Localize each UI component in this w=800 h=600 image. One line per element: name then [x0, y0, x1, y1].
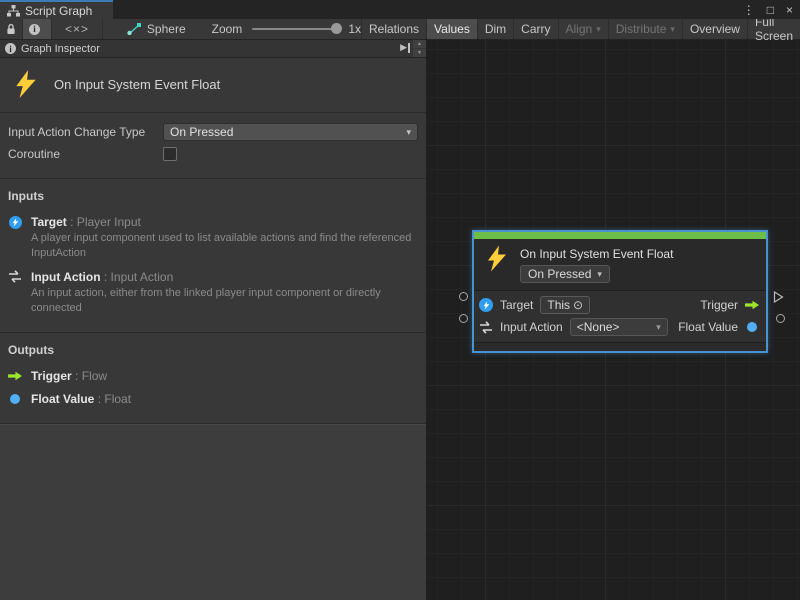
node-event-dropdown[interactable]: On Pressed ▾: [520, 265, 610, 283]
chevron-down-icon: ▾: [597, 269, 602, 280]
graph-inspector-title: Graph Inspector: [21, 43, 100, 55]
output-port-trigger-socket[interactable]: [773, 291, 784, 303]
target-object-picker[interactable]: This ⊙: [540, 296, 590, 314]
graph-toolbar: i <×> Sphere Zoom 1x Relations Values Di…: [0, 19, 800, 40]
tab-bar: Script Graph ⋮ □ ×: [0, 0, 800, 19]
port-label-float-value: Float Value: [678, 320, 738, 334]
menu-icon[interactable]: ⋮: [743, 4, 755, 16]
graph-owner-breadcrumb[interactable]: Sphere: [127, 19, 186, 39]
object-picker-icon: ⊙: [573, 298, 583, 312]
panel-scroll-spinner: ▲ ▼: [413, 40, 426, 57]
overview-button[interactable]: Overview: [682, 19, 747, 39]
info-icon: i: [29, 24, 40, 35]
output-port-floatvalue-socket[interactable]: [776, 314, 785, 323]
float-value-icon: [747, 322, 757, 332]
input-port-target-socket[interactable]: [459, 292, 468, 301]
input-action-dropdown[interactable]: <None> ▾: [570, 318, 668, 336]
scroll-down-button[interactable]: ▼: [413, 49, 426, 57]
script-graph-icon: [7, 5, 20, 17]
event-color-bar: [474, 232, 766, 239]
chevron-down-icon: ▾: [596, 24, 601, 35]
input-port-inputaction-socket[interactable]: [459, 314, 468, 323]
inspector-empty-area: [0, 424, 426, 600]
inputs-section: Inputs Target : Player Input A player in…: [0, 179, 426, 333]
window-controls: ⋮ □ ×: [743, 0, 793, 19]
dim-button[interactable]: Dim: [477, 19, 513, 39]
zoom-slider[interactable]: [252, 28, 340, 30]
tab-script-graph[interactable]: Script Graph: [0, 0, 113, 19]
node-footer: [474, 342, 766, 351]
graph-owner-label: Sphere: [147, 22, 186, 36]
port-label-target: Target: [500, 298, 533, 312]
scroll-up-button[interactable]: ▲: [413, 40, 426, 48]
zoom-label: Zoom: [212, 22, 243, 36]
coroutine-checkbox[interactable]: [163, 147, 177, 161]
lock-icon: [6, 23, 16, 35]
zoom-slider-handle[interactable]: [331, 23, 342, 34]
node-title: On Input System Event Float: [520, 247, 673, 261]
node-inspector-title-block: On Input System Event Float: [0, 58, 426, 113]
info-icon: i: [5, 43, 16, 54]
change-type-label: Input Action Change Type: [8, 125, 163, 139]
node-header[interactable]: On Input System Event Float On Pressed ▾: [474, 239, 766, 290]
outputs-header: Outputs: [8, 343, 418, 357]
relations-button[interactable]: Relations: [361, 19, 426, 39]
zoom-control: Zoom 1x: [212, 19, 361, 39]
change-type-dropdown[interactable]: On Pressed ▾: [163, 123, 418, 141]
sphere-icon: [127, 23, 141, 35]
toolbar-right-buttons: Relations Values Dim Carry Align ▾ Distr…: [361, 19, 800, 39]
output-port-float-value: Float Value : Float: [8, 392, 418, 406]
node-on-input-system-event-float[interactable]: On Input System Event Float On Pressed ▾: [472, 230, 768, 353]
graph-inspector-panel: i Graph Inspector ▶ ▲ ▼ On Input System …: [0, 40, 428, 600]
maximize-icon[interactable]: □: [767, 4, 774, 16]
carry-button[interactable]: Carry: [513, 19, 557, 39]
zoom-value: 1x: [348, 22, 361, 36]
graph-inspector-header: i Graph Inspector ▶ ▲ ▼: [0, 40, 426, 58]
port-description: A player input component used to list av…: [31, 231, 418, 261]
port-label-trigger: Trigger: [700, 298, 738, 312]
distribute-dropdown[interactable]: Distribute ▾: [608, 19, 682, 39]
lightning-bolt-icon: [486, 245, 508, 272]
port-description: An input action, either from the linked …: [31, 286, 418, 316]
input-port-target: Target : Player Input: [8, 215, 418, 229]
inputs-header: Inputs: [8, 189, 418, 203]
chevron-down-icon: ▾: [670, 24, 675, 35]
player-input-icon: [479, 298, 493, 312]
dock-panel-icon[interactable]: ▶: [400, 42, 410, 53]
input-action-icon: [479, 320, 493, 334]
chevron-down-icon: ▾: [406, 127, 411, 138]
coroutine-field: Coroutine: [8, 144, 418, 164]
inspected-node-title: On Input System Event Float: [54, 77, 220, 92]
port-label-input-action: Input Action: [500, 320, 563, 334]
player-input-icon: [8, 215, 22, 229]
flow-arrow-icon: [8, 369, 22, 383]
node-body: Target This ⊙ Trigger: [474, 290, 766, 342]
tab-label: Script Graph: [25, 4, 92, 18]
code-view-button[interactable]: <×>: [52, 19, 103, 39]
lightning-bolt-icon: [14, 70, 38, 98]
graph-canvas[interactable]: On Input System Event Float On Pressed ▾: [428, 40, 800, 600]
node-row-target-trigger: Target This ⊙ Trigger: [479, 294, 759, 316]
coroutine-label: Coroutine: [8, 147, 163, 161]
chevron-down-icon: ▾: [656, 322, 661, 333]
change-type-field: Input Action Change Type On Pressed ▾: [8, 122, 418, 142]
outputs-section: Outputs Trigger : Flow Float Val: [0, 333, 426, 424]
main-area: i Graph Inspector ▶ ▲ ▼ On Input System …: [0, 40, 800, 600]
close-icon[interactable]: ×: [786, 4, 793, 16]
lock-button[interactable]: [0, 19, 23, 39]
input-action-icon: [8, 270, 22, 284]
values-button[interactable]: Values: [426, 19, 477, 39]
inspector-toggle-button[interactable]: i: [23, 19, 52, 39]
float-value-icon: [8, 392, 22, 406]
fullscreen-button[interactable]: Full Screen: [747, 19, 800, 39]
code-icon: <×>: [65, 22, 89, 36]
flow-arrow-icon: [745, 298, 759, 312]
node-settings: Input Action Change Type On Pressed ▾ Co…: [0, 113, 426, 179]
align-dropdown[interactable]: Align ▾: [558, 19, 608, 39]
input-port-input-action: Input Action : Input Action: [8, 270, 418, 284]
output-port-trigger: Trigger : Flow: [8, 369, 418, 383]
node-row-inputaction-floatvalue: Input Action <None> ▾ Float Value: [479, 316, 759, 338]
script-graph-window: Script Graph ⋮ □ × i <×> Sphere: [0, 0, 800, 600]
